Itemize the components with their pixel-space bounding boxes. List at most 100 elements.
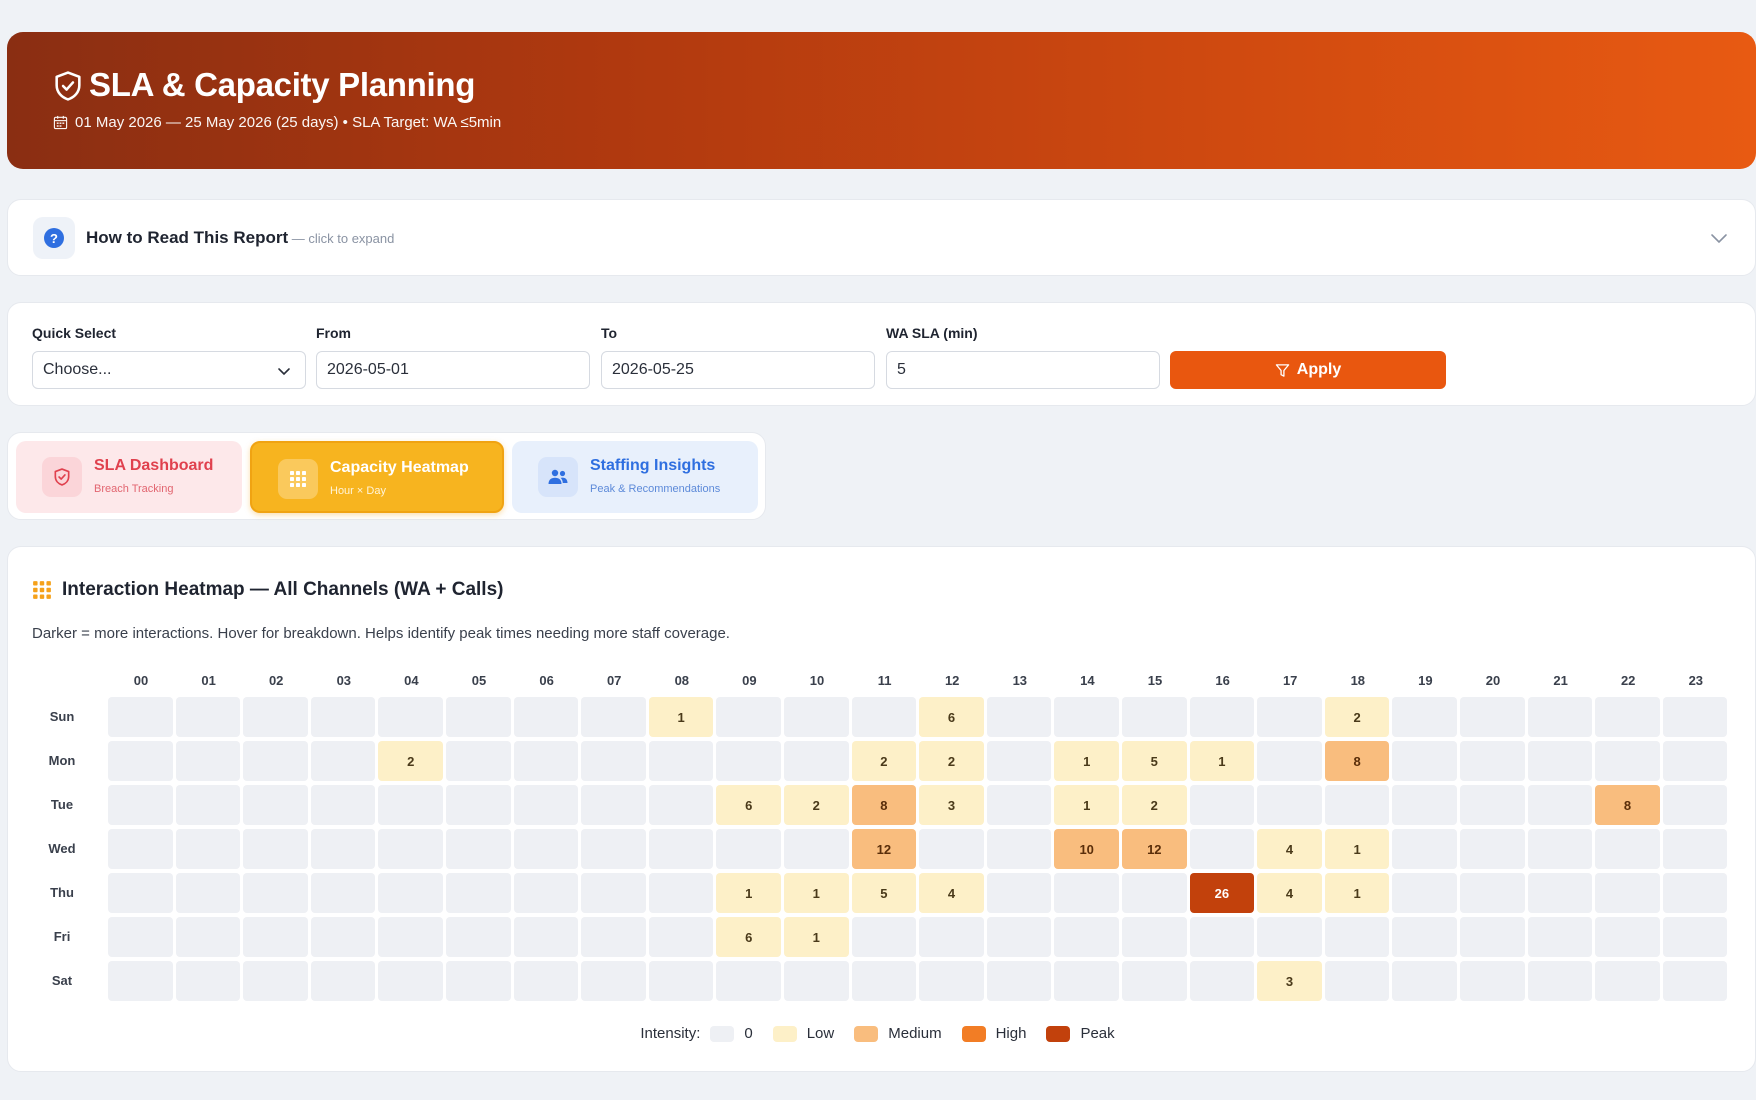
heatmap-cell[interactable]: [851, 961, 917, 1001]
heatmap-cell[interactable]: [1054, 917, 1119, 957]
heatmap-cell[interactable]: 8: [1324, 741, 1390, 781]
heatmap-cell[interactable]: [1595, 829, 1660, 869]
heatmap-cell[interactable]: [986, 961, 1052, 1001]
heatmap-cell[interactable]: [1595, 917, 1660, 957]
heatmap-cell[interactable]: [175, 873, 241, 913]
heatmap-cell[interactable]: [446, 697, 511, 737]
heatmap-cell[interactable]: [648, 785, 714, 825]
heatmap-cell[interactable]: 3: [919, 785, 984, 825]
heatmap-cell[interactable]: [1122, 917, 1187, 957]
heatmap-cell[interactable]: [919, 917, 984, 957]
heatmap-cell[interactable]: [1662, 829, 1728, 869]
heatmap-cell[interactable]: [446, 829, 511, 869]
heatmap-cell[interactable]: [581, 829, 646, 869]
heatmap-cell[interactable]: [513, 961, 579, 1001]
heatmap-cell[interactable]: [108, 741, 173, 781]
heatmap-cell[interactable]: [1460, 961, 1525, 1001]
heatmap-cell[interactable]: [986, 829, 1052, 869]
heatmap-cell[interactable]: [648, 741, 714, 781]
heatmap-cell[interactable]: [1460, 917, 1525, 957]
heatmap-cell[interactable]: 1: [716, 873, 781, 913]
heatmap-cell[interactable]: 2: [1324, 697, 1390, 737]
heatmap-cell[interactable]: [243, 873, 308, 913]
heatmap-cell[interactable]: 4: [1257, 873, 1322, 913]
heatmap-cell[interactable]: [513, 785, 579, 825]
heatmap-cell[interactable]: [513, 741, 579, 781]
heatmap-cell[interactable]: [243, 697, 308, 737]
heatmap-cell[interactable]: [175, 785, 241, 825]
heatmap-cell[interactable]: [851, 697, 917, 737]
heatmap-cell[interactable]: [1527, 873, 1593, 913]
heatmap-cell[interactable]: [175, 961, 241, 1001]
heatmap-cell[interactable]: 3: [1257, 961, 1322, 1001]
heatmap-cell[interactable]: [1527, 785, 1593, 825]
heatmap-cell[interactable]: [716, 741, 781, 781]
heatmap-cell[interactable]: [1122, 873, 1187, 913]
chevron-down-icon[interactable]: [1709, 228, 1729, 248]
heatmap-cell[interactable]: 1: [1189, 741, 1255, 781]
heatmap-cell[interactable]: [513, 829, 579, 869]
tab-capacity-heatmap[interactable]: Capacity Heatmap Hour × Day: [250, 441, 504, 513]
heatmap-cell[interactable]: [1460, 785, 1525, 825]
heatmap-cell[interactable]: 4: [1257, 829, 1322, 869]
heatmap-cell[interactable]: [378, 697, 443, 737]
heatmap-cell[interactable]: [108, 697, 173, 737]
heatmap-cell[interactable]: [108, 917, 173, 957]
heatmap-cell[interactable]: [581, 785, 646, 825]
heatmap-cell[interactable]: [1662, 873, 1728, 913]
tab-staffing-insights[interactable]: Staffing Insights Peak & Recommendations: [512, 441, 758, 513]
heatmap-cell[interactable]: [986, 741, 1052, 781]
heatmap-cell[interactable]: [1527, 697, 1593, 737]
heatmap-cell[interactable]: [648, 961, 714, 1001]
heatmap-cell[interactable]: [175, 741, 241, 781]
heatmap-cell[interactable]: [581, 697, 646, 737]
heatmap-cell[interactable]: [446, 741, 511, 781]
heatmap-cell[interactable]: 12: [851, 829, 917, 869]
heatmap-cell[interactable]: 5: [1122, 741, 1187, 781]
apply-button[interactable]: Apply: [1170, 351, 1446, 389]
heatmap-cell[interactable]: [581, 741, 646, 781]
heatmap-cell[interactable]: [986, 917, 1052, 957]
heatmap-cell[interactable]: [648, 829, 714, 869]
heatmap-cell[interactable]: [919, 829, 984, 869]
heatmap-cell[interactable]: [1122, 961, 1187, 1001]
heatmap-cell[interactable]: [1595, 873, 1660, 913]
heatmap-cell[interactable]: [1460, 697, 1525, 737]
heatmap-cell[interactable]: [1324, 785, 1390, 825]
heatmap-cell[interactable]: [1054, 961, 1119, 1001]
to-date-input[interactable]: 2026-05-25: [601, 351, 875, 389]
heatmap-cell[interactable]: 26: [1189, 873, 1255, 913]
heatmap-cell[interactable]: 2: [851, 741, 917, 781]
heatmap-cell[interactable]: [1189, 829, 1255, 869]
heatmap-cell[interactable]: [1662, 961, 1728, 1001]
heatmap-cell[interactable]: [1595, 961, 1660, 1001]
heatmap-cell[interactable]: [378, 961, 443, 1001]
heatmap-cell[interactable]: [581, 873, 646, 913]
heatmap-cell[interactable]: [310, 917, 376, 957]
heatmap-cell[interactable]: 5: [851, 873, 917, 913]
heatmap-cell[interactable]: [513, 917, 579, 957]
heatmap-cell[interactable]: [1392, 917, 1457, 957]
heatmap-cell[interactable]: [108, 961, 173, 1001]
heatmap-cell[interactable]: [1460, 829, 1525, 869]
heatmap-cell[interactable]: [446, 961, 511, 1001]
heatmap-cell[interactable]: [1662, 741, 1728, 781]
heatmap-cell[interactable]: [1189, 917, 1255, 957]
heatmap-cell[interactable]: [1392, 785, 1457, 825]
heatmap-cell[interactable]: [986, 873, 1052, 913]
heatmap-cell[interactable]: [581, 961, 646, 1001]
heatmap-cell[interactable]: [1392, 829, 1457, 869]
heatmap-cell[interactable]: 1: [648, 697, 714, 737]
heatmap-cell[interactable]: [1122, 697, 1187, 737]
heatmap-cell[interactable]: [310, 785, 376, 825]
heatmap-cell[interactable]: [243, 829, 308, 869]
heatmap-cell[interactable]: 1: [1054, 741, 1119, 781]
heatmap-cell[interactable]: [1527, 829, 1593, 869]
heatmap-cell[interactable]: 6: [716, 917, 781, 957]
heatmap-cell[interactable]: [446, 873, 511, 913]
heatmap-cell[interactable]: [1189, 697, 1255, 737]
heatmap-cell[interactable]: 2: [1122, 785, 1187, 825]
heatmap-cell[interactable]: [1392, 697, 1457, 737]
heatmap-cell[interactable]: [716, 697, 781, 737]
heatmap-cell[interactable]: [378, 785, 443, 825]
